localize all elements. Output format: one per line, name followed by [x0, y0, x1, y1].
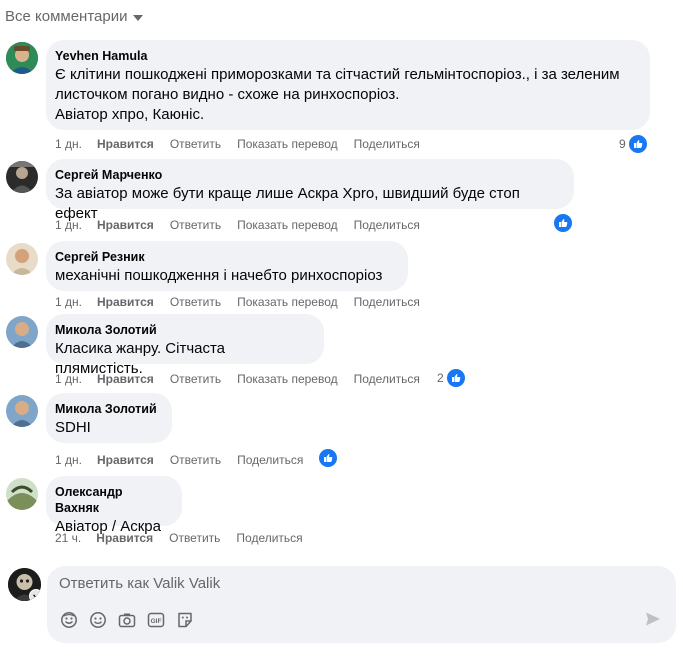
- comment-bubble: Yevhen Hamula Є клітини пошкоджені примо…: [46, 40, 650, 130]
- reply-button[interactable]: Ответить: [170, 218, 221, 232]
- avatar[interactable]: [6, 395, 38, 427]
- comment-time[interactable]: 21 ч.: [55, 531, 81, 545]
- comment-bubble: Микола Золотий SDHI: [46, 393, 172, 443]
- comment-text-line: Авіатор хпро, Каюніс.: [55, 106, 205, 123]
- comment-bubble: Микола Золотий Класика жанру. Сітчаста п…: [46, 314, 324, 377]
- reply-button[interactable]: Ответить: [170, 453, 221, 467]
- gif-icon[interactable]: GIF: [146, 610, 165, 629]
- like-reaction-icon: [627, 134, 648, 154]
- sticker-icon[interactable]: [175, 610, 194, 629]
- comment-time[interactable]: 1 дн.: [55, 295, 82, 309]
- share-button[interactable]: Поделиться: [236, 531, 302, 545]
- like-button[interactable]: Нравится: [97, 453, 154, 467]
- smiley-icon[interactable]: [88, 610, 107, 629]
- avatar[interactable]: [6, 316, 38, 348]
- share-button[interactable]: Поделиться: [354, 218, 420, 232]
- like-button[interactable]: Нравится: [96, 531, 153, 545]
- comment-actions: 1 дн. Нравится Ответить Показать перевод…: [55, 137, 436, 151]
- composer-avatar[interactable]: [8, 568, 41, 601]
- like-button[interactable]: Нравится: [97, 372, 154, 386]
- share-button[interactable]: Поделиться: [237, 453, 303, 467]
- like-button[interactable]: Нравится: [97, 295, 154, 309]
- reply-composer: GIF: [47, 566, 676, 643]
- reaction-count[interactable]: [553, 213, 573, 233]
- emoji-icon[interactable]: [59, 610, 78, 629]
- comment-author[interactable]: Микола Золотий: [55, 401, 160, 417]
- chevron-down-icon[interactable]: [29, 589, 41, 601]
- reply-button[interactable]: Ответить: [170, 295, 221, 309]
- share-button[interactable]: Поделиться: [354, 295, 420, 309]
- composer-toolbar: GIF: [59, 610, 194, 629]
- translate-button[interactable]: Показать перевод: [237, 137, 338, 151]
- comment-filter-label: Все комментарии: [5, 8, 128, 25]
- comment-text-line: листочком погано видно - схоже на ринхос…: [55, 86, 400, 103]
- share-button[interactable]: Поделиться: [354, 372, 420, 386]
- comment-bubble: Олександр Вахняк Авіатор / Аскра: [46, 476, 182, 535]
- reaction-count[interactable]: 9: [619, 134, 648, 154]
- reply-button[interactable]: Ответить: [170, 137, 221, 151]
- comment-actions: 1 дн. Нравится Ответить Поделиться: [55, 453, 319, 467]
- comment-author[interactable]: Микола Золотий: [55, 322, 312, 338]
- comment-actions: 1 дн. Нравится Ответить Показать перевод…: [55, 295, 436, 309]
- comment-actions: 21 ч. Нравится Ответить Поделиться: [55, 531, 319, 545]
- like-button[interactable]: Нравится: [97, 218, 154, 232]
- comment-time[interactable]: 1 дн.: [55, 218, 82, 232]
- translate-button[interactable]: Показать перевод: [237, 372, 338, 386]
- comment-text-line: механічні пошкодження і начебто ринхоспо…: [55, 267, 383, 284]
- like-reaction-icon: [318, 448, 338, 468]
- avatar[interactable]: [6, 243, 38, 275]
- comment-filter-dropdown[interactable]: Все комментарии: [5, 8, 144, 25]
- share-button[interactable]: Поделиться: [354, 137, 420, 151]
- avatar[interactable]: [6, 161, 38, 193]
- camera-icon[interactable]: [117, 610, 136, 629]
- like-button[interactable]: Нравится: [97, 137, 154, 151]
- translate-button[interactable]: Показать перевод: [237, 218, 338, 232]
- comment-author[interactable]: Сергей Марченко: [55, 167, 562, 183]
- svg-text:GIF: GIF: [150, 618, 161, 625]
- comment-bubble: Сергей Марченко За авіатор може бути кра…: [46, 159, 574, 222]
- comment-time[interactable]: 1 дн.: [55, 453, 82, 467]
- reaction-count[interactable]: [318, 448, 338, 468]
- reaction-number: 9: [619, 137, 626, 151]
- comment-time[interactable]: 1 дн.: [55, 372, 82, 386]
- like-reaction-icon: [445, 368, 466, 388]
- send-icon[interactable]: [645, 611, 661, 632]
- like-reaction-icon: [553, 213, 573, 233]
- comment-author[interactable]: Yevhen Hamula: [55, 48, 638, 64]
- reaction-number: 2: [437, 371, 444, 385]
- reply-button[interactable]: Ответить: [170, 372, 221, 386]
- comment-actions: 1 дн. Нравится Ответить Показать перевод…: [55, 218, 436, 232]
- avatar[interactable]: [6, 478, 38, 510]
- avatar[interactable]: [6, 42, 38, 74]
- comment-text-line: Є клітини пошкоджені приморозками та сіт…: [55, 66, 620, 83]
- reaction-count[interactable]: 2: [437, 368, 466, 388]
- reply-input[interactable]: [59, 575, 619, 592]
- caret-down-icon: [133, 14, 144, 21]
- comment-author[interactable]: Сергей Резник: [55, 249, 396, 265]
- comment-actions: 1 дн. Нравится Ответить Показать перевод…: [55, 372, 436, 386]
- reply-button[interactable]: Ответить: [169, 531, 220, 545]
- comment-text-line: SDHI: [55, 419, 91, 436]
- comment-bubble: Сергей Резник механічні пошкодження і на…: [46, 241, 408, 291]
- translate-button[interactable]: Показать перевод: [237, 295, 338, 309]
- comment-author[interactable]: Олександр Вахняк: [55, 484, 170, 516]
- comment-time[interactable]: 1 дн.: [55, 137, 82, 151]
